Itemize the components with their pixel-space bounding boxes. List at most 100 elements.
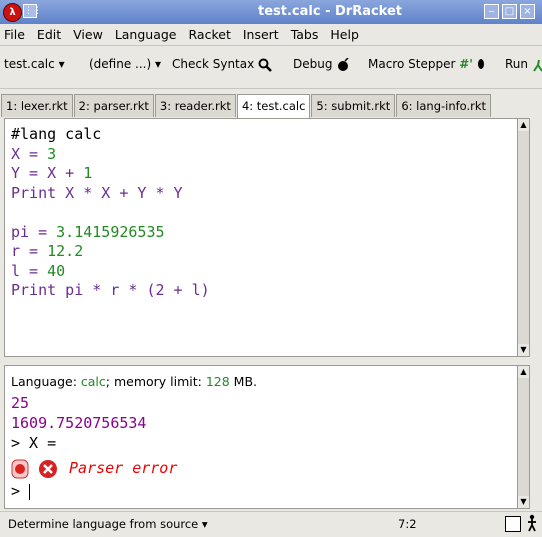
scroll-down-arrow-icon[interactable]: ▼ [518,496,529,508]
code-line[interactable]: Print pi * r * (2 + l) [11,281,210,301]
code-token: Print pi * r * (2 + l) [11,281,210,299]
code-token: 3 [47,144,57,163]
code-token: #lang calc [11,125,102,143]
scroll-up-arrow-icon[interactable]: ▲ [518,366,529,378]
code-token: r = [11,242,48,260]
macro-stepper-label: Macro Stepper [368,57,456,71]
running-figure-icon [533,59,542,72]
status-bar: Determine language from source ▾ 7:2 [0,511,542,537]
menu-language[interactable]: Language [115,27,177,42]
menu-insert[interactable]: Insert [243,27,279,42]
text-cursor [29,483,31,500]
code-line[interactable]: Print X * X + Y * Y [11,184,210,204]
tab-parser[interactable]: 2: parser.rkt [73,94,154,117]
menu-tabs[interactable]: Tabs [291,27,319,42]
close-button[interactable]: × [520,4,535,19]
bug-report-icon[interactable] [9,458,31,480]
code-line[interactable] [11,203,210,223]
input-prompt[interactable]: > [11,482,31,500]
language-prefix: Language: [11,374,81,389]
code-token: 40 [47,261,66,280]
title-bar: λ ⋮⋮ test.calc - DrRacket ‒ □ × [0,0,542,24]
definitions-scrollbar[interactable]: ▲ ▼ [517,119,529,356]
define-menu-label: (define ...) [89,57,152,71]
memory-limit-unit: MB. [229,374,258,389]
file-name-button[interactable]: test.calc ▾ [4,57,65,71]
cursor-position: 7:2 [398,517,417,531]
menu-view[interactable]: View [73,27,103,42]
code-token: 1 [83,164,93,182]
menu-racket[interactable]: Racket [189,27,231,42]
menu-help[interactable]: Help [330,27,359,42]
tab-test-calc[interactable]: 4: test.calc [236,94,311,118]
prompt-symbol: > [11,482,30,500]
menu-bar: File Edit View Language Racket Insert Ta… [0,24,542,44]
status-checkbox[interactable] [505,516,521,532]
tab-reader[interactable]: 3: reader.rkt [154,94,236,117]
code-token: = [20,144,48,163]
tab-lexer[interactable]: 1: lexer.rkt [1,94,73,117]
language-selector-label: Determine language from source [8,517,199,531]
pane-splitter[interactable] [0,357,542,365]
window-title: test.calc - DrRacket [257,4,403,19]
source-code[interactable]: #lang calc X = 3Y = X + 1 Print X * X + Y … [11,125,210,301]
code-line[interactable]: r = 12.2 [11,242,210,262]
running-figure-icon [528,514,536,532]
debug-label: Debug [293,57,333,71]
language-banner: Language: calc; memory limit: 128 MB. [11,374,257,389]
check-syntax-button[interactable]: Check Syntax [172,57,272,72]
window-menu-icon[interactable]: ⋮⋮ [23,4,42,18]
file-name-label: test.calc [4,57,55,71]
code-line[interactable]: #lang calc [11,125,210,145]
interactions-window[interactable]: Language: calc; memory limit: 128 MB. 25… [4,365,530,509]
interactions-scrollbar[interactable]: ▲ ▼ [517,366,529,508]
error-message: Parser error [69,459,178,477]
output-value: 1609.7520756534 [11,414,147,432]
code-line[interactable]: pi = 3.1415926535 [11,223,210,243]
maximize-button[interactable]: □ [502,4,517,19]
code-token: l = [11,261,48,280]
chevron-down-icon: ▾ [201,517,208,531]
define-menu-button[interactable]: (define ...) ▾ [89,57,161,71]
previous-input: > X = [11,434,57,452]
memory-limit-prefix: ; memory limit: [105,374,206,389]
code-token: 3.1415926535 [56,222,165,241]
foot-icon [477,58,484,69]
chevron-down-icon: ▾ [155,57,162,71]
chevron-down-icon: ▾ [58,57,65,71]
code-token: X [11,144,21,163]
debug-button[interactable]: Debug [293,57,350,72]
error-x-icon[interactable] [37,458,59,480]
code-token: Print X * X + Y * Y [11,183,183,202]
macro-stepper-icon: #' [459,57,473,71]
output-value: 25 [11,394,30,412]
macro-stepper-button[interactable]: Macro Stepper #' [368,57,485,72]
scroll-down-arrow-icon[interactable]: ▼ [518,344,529,356]
check-syntax-label: Check Syntax [172,57,255,71]
toolbar: test.calc ▾ (define ...) ▾ Check Syntax … [0,45,542,89]
file-tabs: 1: lexer.rkt 2: parser.rkt 3: reader.rkt… [0,94,542,118]
language-name: calc [80,374,106,389]
run-button[interactable]: Run [505,57,542,72]
bug-icon [338,57,349,71]
magnifier-icon [258,58,272,72]
minimize-button[interactable]: ‒ [484,4,499,19]
drracket-window: λ ⋮⋮ test.calc - DrRacket ‒ □ × File Edi… [0,0,542,537]
definitions-editor[interactable]: #lang calc X = 3Y = X + 1 Print X * X + Y … [4,118,530,357]
tab-lang-info[interactable]: 6: lang-info.rkt [396,94,492,117]
menu-edit[interactable]: Edit [37,27,61,42]
code-token: pi = [11,222,57,241]
code-line[interactable]: Y = X + 1 [11,164,210,184]
error-row: Parser error [9,458,409,480]
language-selector[interactable]: Determine language from source ▾ [8,517,208,531]
code-line[interactable]: l = 40 [11,262,210,282]
code-token: Y = X + [11,164,84,182]
scroll-up-arrow-icon[interactable]: ▲ [518,119,529,131]
code-line[interactable]: X = 3 [11,145,210,165]
run-label: Run [505,57,529,71]
drracket-logo-icon[interactable]: λ [3,3,22,22]
code-token: 12.2 [47,242,84,260]
memory-limit-value: 128 [205,374,230,389]
menu-file[interactable]: File [4,27,25,42]
tab-submit[interactable]: 5: submit.rkt [311,94,396,117]
